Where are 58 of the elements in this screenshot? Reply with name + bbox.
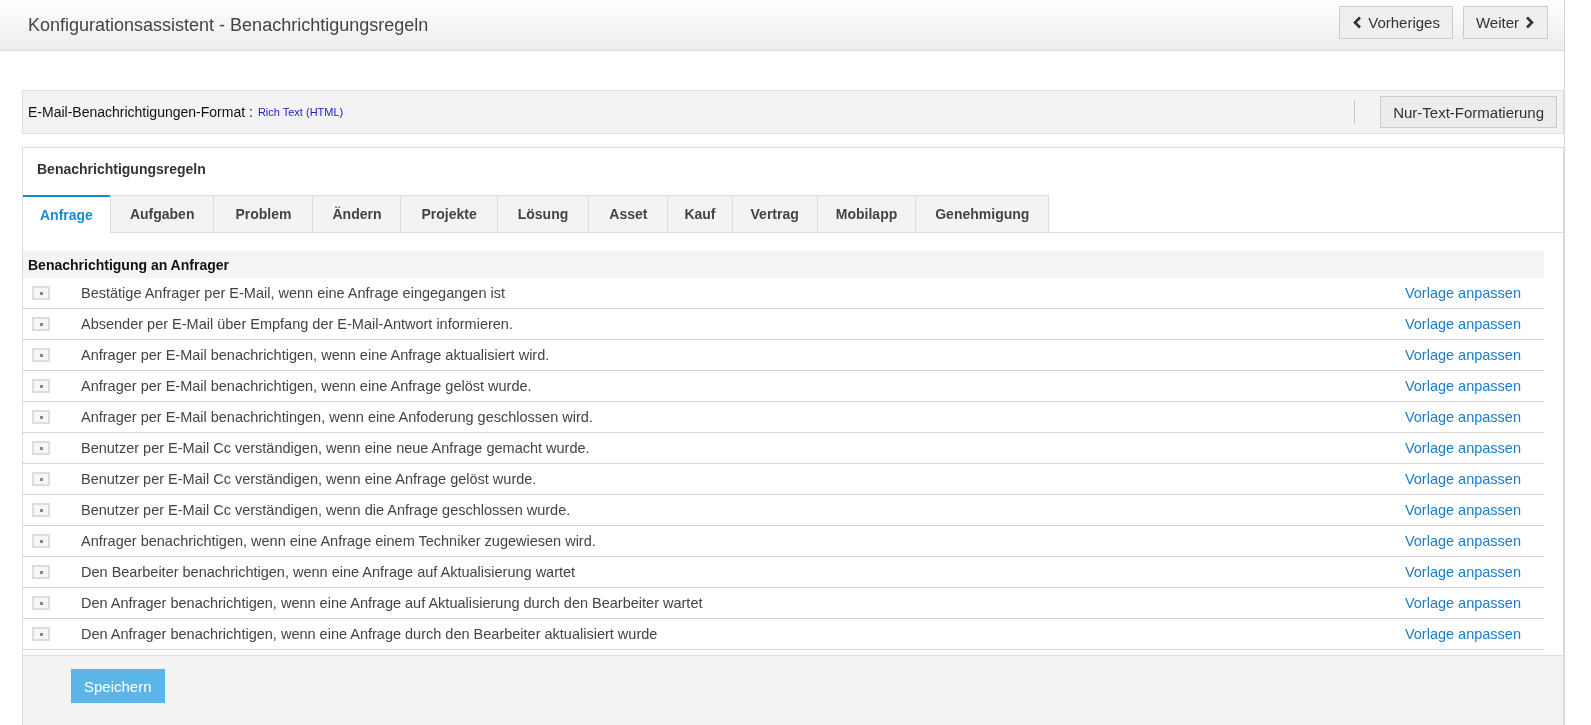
- tab[interactable]: Aufgaben: [109, 195, 215, 232]
- tab[interactable]: Genehmigung: [915, 195, 1050, 232]
- checkbox[interactable]: [32, 317, 50, 331]
- tab[interactable]: Kauf: [667, 195, 733, 232]
- next-button[interactable]: Weiter: [1462, 5, 1548, 39]
- customize-template-link[interactable]: Vorlage anpassen: [1404, 533, 1521, 549]
- previous-button[interactable]: Vorheriges: [1339, 5, 1453, 39]
- customize-template-link[interactable]: Vorlage anpassen: [1404, 502, 1521, 518]
- rule-text: Bestätige Anfrager per E-Mail, wenn eine Anfrage eingegangen ist: [81, 285, 506, 301]
- plain-text-button[interactable]: Nur-Text-Formatierung: [1380, 96, 1557, 128]
- tab[interactable]: Projekte: [400, 195, 498, 232]
- customize-template-link[interactable]: Vorlage anpassen: [1404, 409, 1521, 425]
- format-value: Rich Text (HTML): [257, 106, 344, 118]
- checkbox[interactable]: [32, 534, 50, 548]
- panel-title: Benachrichtigungsregeln: [36, 160, 207, 179]
- chevron-left-icon: [1352, 15, 1363, 29]
- customize-template-link[interactable]: Vorlage anpassen: [1404, 626, 1521, 642]
- rule-text: Benutzer per E-Mail Cc verständigen, wenn die Anfrage geschlossen wurde.: [81, 502, 572, 518]
- checkbox[interactable]: [32, 472, 50, 486]
- checkbox[interactable]: [32, 410, 50, 424]
- checkbox[interactable]: [32, 503, 50, 517]
- checkbox[interactable]: [32, 596, 50, 610]
- customize-template-link[interactable]: Vorlage anpassen: [1404, 316, 1521, 332]
- rule-text: Absender per E-Mail über Empfang der E-Mail-Antwort informieren.: [81, 316, 514, 332]
- checkbox[interactable]: [32, 348, 50, 362]
- rule-text: Benutzer per E-Mail Cc verständigen, wenn eine Anfrage gelöst wurde.: [81, 471, 538, 487]
- customize-template-link[interactable]: Vorlage anpassen: [1404, 285, 1521, 301]
- rule-text: Anfrager per E-Mail benachrichtigen, wenn eine Anfrage aktualisiert wird.: [81, 347, 551, 363]
- tab[interactable]: Anfrage: [23, 195, 111, 233]
- rule-text: Den Bearbeiter benachrichtigen, wenn eine Anfrage auf Aktualisierung wartet: [81, 564, 577, 580]
- page-title: Konfigurationsassistent - Benachrichtigungsregeln: [28, 14, 429, 36]
- tab[interactable]: Lösung: [496, 195, 590, 232]
- checkbox[interactable]: [32, 286, 50, 300]
- rule-text: Den Anfrager benachrichtigen, wenn eine Anfrage auf Aktualisierung durch den Bearbeiter wartet: [81, 595, 704, 611]
- customize-template-link[interactable]: Vorlage anpassen: [1404, 564, 1521, 580]
- customize-template-link[interactable]: Vorlage anpassen: [1404, 378, 1521, 394]
- rule-text: Anfrager per E-Mail benachrichtingen, wenn eine Anfoderung geschlossen wird.: [81, 409, 594, 425]
- checkbox[interactable]: [32, 627, 50, 641]
- rule-text: Anfrager per E-Mail benachrichtigen, wenn eine Anfrage gelöst wurde.: [81, 378, 533, 394]
- tab[interactable]: Ändern: [312, 195, 402, 232]
- rule-text: Benutzer per E-Mail Cc verständigen, wenn eine neue Anfrage gemacht wurde.: [81, 440, 591, 456]
- save-button[interactable]: Speichern: [71, 669, 165, 703]
- tab[interactable]: Vertrag: [731, 195, 818, 232]
- checkbox[interactable]: [32, 441, 50, 455]
- tab[interactable]: Problem: [213, 195, 314, 232]
- tab[interactable]: Mobilapp: [816, 195, 917, 232]
- rule-text: Den Anfrager benachrichtigen, wenn eine Anfrage durch den Bearbeiter aktualisiert wurde: [81, 626, 659, 642]
- checkbox[interactable]: [32, 379, 50, 393]
- customize-template-link[interactable]: Vorlage anpassen: [1404, 471, 1521, 487]
- rule-text: Anfrager benachrichtigen, wenn eine Anfrage einem Techniker zugewiesen wird.: [81, 533, 597, 549]
- customize-template-link[interactable]: Vorlage anpassen: [1404, 440, 1521, 456]
- customize-template-link[interactable]: Vorlage anpassen: [1404, 347, 1521, 363]
- section-heading: Benachrichtigung an Anfrager: [23, 251, 1544, 278]
- format-label: E-Mail-Benachrichtigungen-Format :: [28, 104, 253, 120]
- checkbox[interactable]: [32, 565, 50, 579]
- chevron-right-icon: [1525, 15, 1535, 29]
- tab[interactable]: Asset: [588, 195, 669, 232]
- customize-template-link[interactable]: Vorlage anpassen: [1404, 595, 1521, 611]
